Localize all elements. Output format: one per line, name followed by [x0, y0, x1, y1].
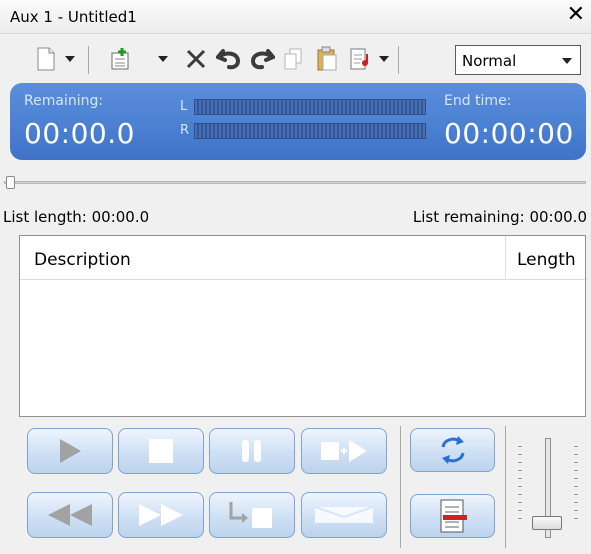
add-dropdown-arrow[interactable]	[155, 38, 171, 80]
column-header-description[interactable]: Description	[34, 250, 131, 270]
pause-button[interactable]	[209, 428, 295, 474]
playlist-icon	[440, 499, 467, 533]
list-length: List length: 00:00.0	[3, 208, 150, 226]
volume-ticks-left	[518, 446, 522, 526]
delete-icon[interactable]	[183, 38, 209, 80]
column-divider[interactable]	[505, 236, 506, 280]
status-panel: Remaining: 00:00.0 L R End time: 00:00:0…	[10, 83, 586, 160]
rewind-icon	[48, 504, 92, 526]
properties-dropdown-arrow[interactable]	[376, 38, 392, 80]
loop-button[interactable]	[410, 428, 495, 472]
cue-icon	[314, 506, 374, 523]
position-slider-thumb[interactable]	[6, 176, 15, 189]
column-header-length[interactable]: Length	[517, 250, 576, 270]
volume-slider-thumb[interactable]	[532, 516, 562, 530]
jump-next-button[interactable]	[209, 492, 295, 538]
end-time-value: 00:00:00	[444, 117, 574, 150]
new-document-icon[interactable]	[34, 38, 58, 80]
stop-button[interactable]	[118, 428, 204, 474]
toolbar-separator	[88, 46, 89, 74]
playlist-button[interactable]	[410, 494, 495, 538]
toolbar-separator	[398, 46, 399, 74]
list-remaining: List remaining: 00:00.0	[412, 208, 587, 226]
volume-slider[interactable]	[512, 432, 584, 550]
rewind-button[interactable]	[27, 492, 113, 538]
right-level-meter	[194, 123, 426, 139]
playlist-table[interactable]: Description Length	[19, 235, 586, 417]
play-icon	[60, 439, 81, 463]
position-slider[interactable]	[4, 176, 586, 189]
toolbar-separator	[400, 426, 401, 548]
fast-forward-icon	[139, 504, 183, 526]
play-next-icon	[321, 440, 367, 462]
redo-icon[interactable]	[248, 38, 276, 80]
fast-forward-button[interactable]	[118, 492, 204, 538]
remaining-time: 00:00.0	[24, 117, 135, 150]
new-dropdown-arrow[interactable]	[62, 38, 78, 80]
stop-icon	[149, 439, 173, 463]
toolbar-separator	[505, 426, 506, 548]
add-item-icon[interactable]	[108, 38, 134, 80]
jump-next-icon	[229, 502, 272, 528]
mode-select-value: Normal	[462, 52, 517, 70]
paste-icon[interactable]	[314, 38, 340, 80]
window-title: Aux 1 - Untitled1	[10, 8, 137, 26]
left-channel-label: L	[180, 99, 188, 114]
volume-ticks-right	[574, 446, 578, 526]
right-channel-label: R	[180, 123, 190, 138]
properties-icon[interactable]	[347, 38, 373, 80]
copy-icon[interactable]	[281, 38, 305, 80]
window-titlebar: Aux 1 - Untitled1 ✕	[0, 0, 591, 34]
pause-icon	[242, 440, 261, 462]
play-button[interactable]	[27, 428, 113, 474]
chevron-down-icon	[562, 58, 572, 64]
remaining-label: Remaining:	[24, 93, 104, 109]
cue-button[interactable]	[301, 492, 387, 538]
play-next-button[interactable]	[301, 428, 387, 474]
position-slider-track	[4, 181, 586, 184]
loop-icon	[441, 436, 464, 464]
table-header: Description Length	[20, 236, 585, 280]
close-icon[interactable]: ✕	[567, 4, 585, 26]
end-time-label: End time:	[444, 93, 512, 109]
left-level-meter	[194, 99, 426, 115]
mode-select[interactable]: Normal	[455, 45, 581, 75]
undo-icon[interactable]	[215, 38, 243, 80]
